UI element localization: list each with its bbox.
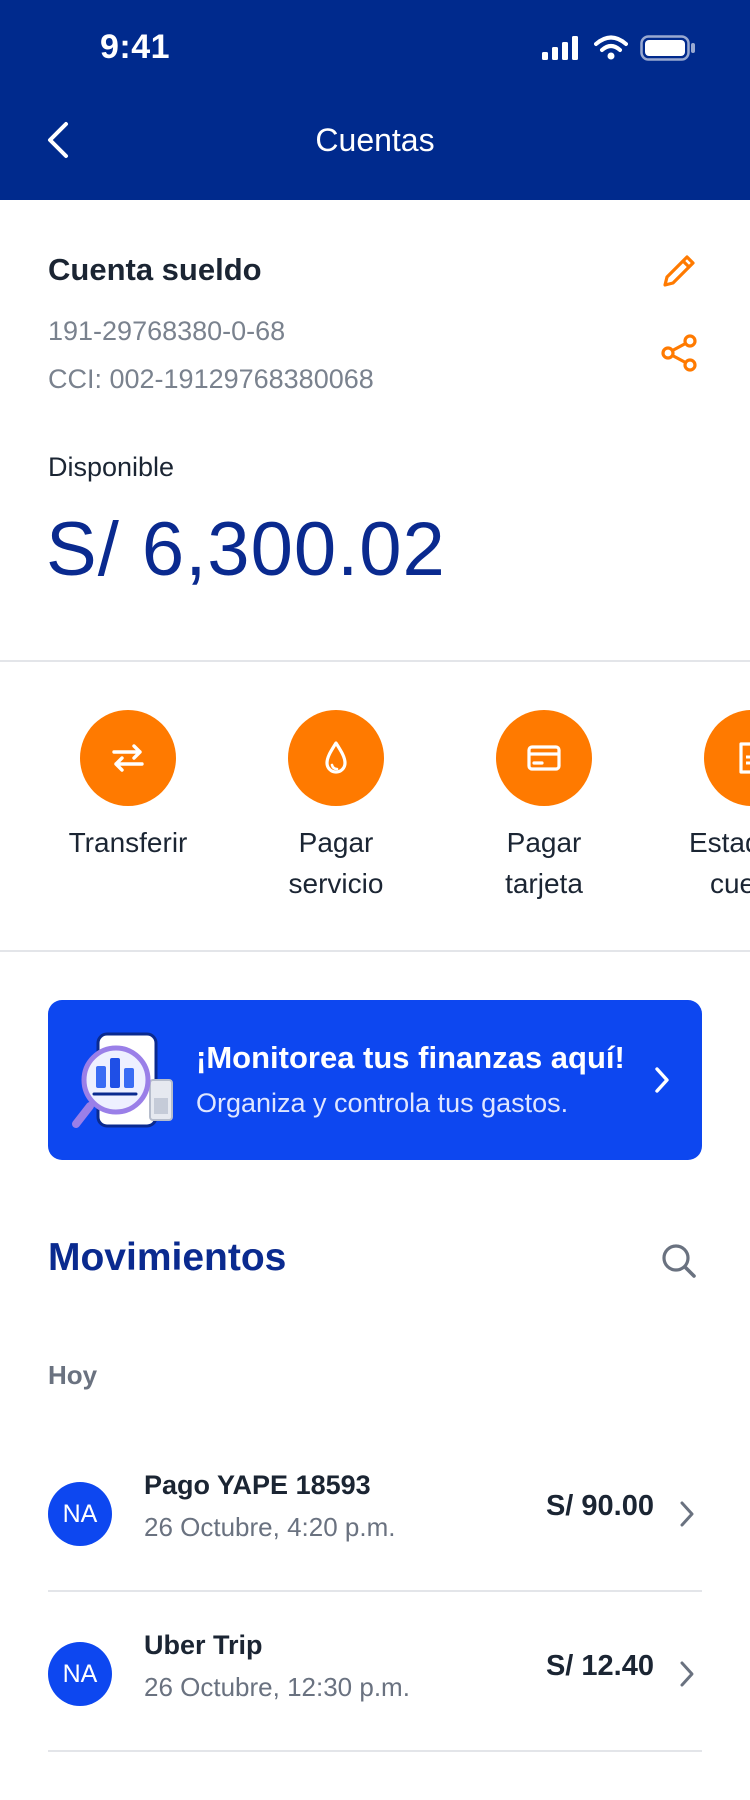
chevron-right-icon [642,1058,682,1102]
divider [48,1590,702,1592]
action-label: Pagar [298,827,374,858]
action-label: Pagar [506,827,582,858]
avatar: NA [48,1642,112,1706]
transaction-row[interactable]: NA Uber Trip 26 Octubre, 12:30 p.m. S/ 1… [48,1594,702,1752]
account-number: 191-29768380-0-68 [48,316,286,346]
chevron-right-icon [672,1496,702,1532]
banner-title: ¡Monitorea tus finanzas aquí! [196,1040,625,1075]
available-amount: S/ 6,300.02 [46,507,446,592]
transfer-icon [80,710,176,806]
transaction-date: 26 Octubre, 12:30 p.m. [144,1672,410,1702]
action-statement[interactable]: Estado de cuenta [652,710,750,904]
action-label: cuenta [709,868,750,899]
action-label: Transferir [68,827,188,858]
divider [0,950,750,952]
divider [0,660,750,662]
app-header: 9:41 Cuentas [0,0,750,200]
avatar: NA [48,1482,112,1546]
battery-icon [640,35,696,61]
action-label: tarjeta [505,868,583,899]
action-label: Estado de [688,827,750,858]
transaction-amount: S/ 90.00 [545,1490,654,1522]
wifi-icon [594,35,628,61]
divider [48,1750,702,1752]
action-pay-card[interactable]: Pagar tarjeta [444,710,644,904]
card-icon [496,710,592,806]
available-label: Disponible [48,452,175,482]
status-time: 9:41 [100,28,171,66]
transaction-amount: S/ 12.40 [545,1650,654,1682]
status-icons [542,34,696,62]
finance-illustration-icon [70,1028,180,1136]
share-account-button[interactable] [654,330,704,380]
action-pay-service[interactable]: Pagar servicio [236,710,436,904]
movements-title: Movimientos [48,1236,287,1279]
statement-icon [704,710,750,806]
edit-account-button[interactable] [654,248,704,298]
search-icon [659,1241,699,1286]
page-title: Cuentas [315,122,435,158]
pencil-icon [659,251,699,296]
transaction-row[interactable]: NA Pago YAPE 18593 26 Octubre, 4:20 p.m.… [48,1434,702,1592]
finance-monitor-banner[interactable]: ¡Monitorea tus finanzas aquí! Organiza y… [48,1000,702,1160]
banner-subtitle: Organiza y controla tus gastos. [196,1088,569,1118]
chevron-right-icon [672,1656,702,1692]
drop-icon [288,710,384,806]
transaction-name: Uber Trip [144,1630,263,1660]
action-transfer[interactable]: Transferir [28,710,228,863]
quick-actions: Transferir Pagar servicio Pagar tarjeta [0,710,750,910]
signal-icon [542,36,582,60]
account-name: Cuenta sueldo [48,252,262,287]
transaction-name: Pago YAPE 18593 [144,1470,371,1500]
action-label: servicio [288,868,384,899]
share-icon [659,333,699,378]
transaction-date: 26 Octubre, 4:20 p.m. [144,1512,396,1542]
search-movements-button[interactable] [654,1238,704,1288]
account-cci: CCI: 002-19129768380068 [48,364,374,394]
date-group-label: Hoy [48,1360,98,1390]
